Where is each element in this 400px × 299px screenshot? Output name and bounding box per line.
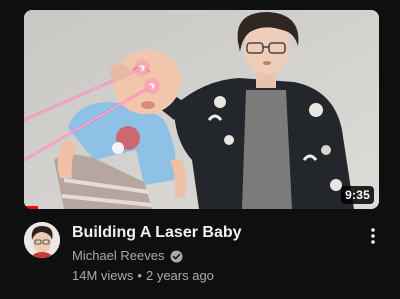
channel-row: Michael Reeves	[72, 247, 352, 265]
channel-name[interactable]: Michael Reeves	[72, 247, 165, 265]
video-stats: 14M views • 2 years ago	[72, 267, 352, 285]
view-count: 14M views	[72, 268, 134, 283]
thumbnail-image	[24, 10, 379, 209]
avatar-image	[24, 222, 60, 258]
vertical-ellipsis-icon	[371, 228, 375, 244]
separator-dot: •	[137, 268, 142, 283]
channel-avatar[interactable]	[24, 222, 60, 258]
video-thumbnail[interactable]: 9:35	[24, 10, 379, 209]
video-card[interactable]: 9:35 Building A Laser Baby Michael Reeve…	[0, 0, 400, 299]
watch-progress-fill	[24, 206, 39, 209]
video-title[interactable]: Building A Laser Baby	[72, 222, 352, 244]
watch-progress-bar	[24, 206, 379, 209]
video-details: Building A Laser Baby Michael Reeves 14M…	[24, 222, 379, 292]
duration-badge: 9:35	[341, 186, 374, 204]
more-options-button[interactable]	[361, 222, 385, 250]
check-circle-icon	[170, 250, 183, 263]
video-meta: Building A Laser Baby Michael Reeves 14M…	[72, 222, 352, 285]
upload-age: 2 years ago	[145, 268, 214, 283]
